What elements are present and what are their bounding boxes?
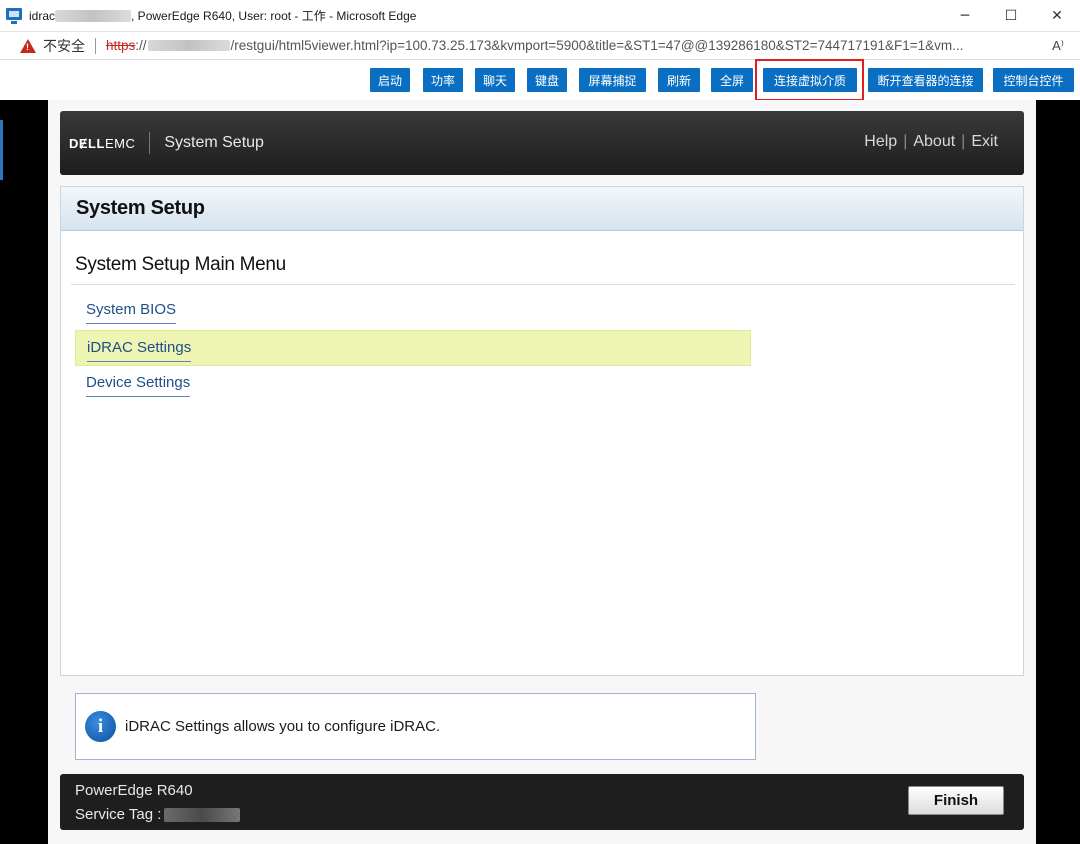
redacted-service-tag: [164, 807, 241, 822]
dell-emc-logo: DɆLLEMC: [69, 135, 136, 151]
menu-item-device-settings[interactable]: Device Settings: [75, 366, 751, 402]
url-text[interactable]: https :// /restgui/html5viewer.html?ip=1…: [106, 38, 963, 53]
service-tag-label: Service Tag :: [75, 806, 162, 823]
maximize-icon[interactable]: ☐: [988, 0, 1034, 32]
console-controls-button[interactable]: 控制台控件: [993, 68, 1074, 92]
exit-link[interactable]: Exit: [971, 133, 998, 151]
window-titlebar: idrac , PowerEdge R640, User: root - 工作 …: [0, 0, 1080, 32]
url-slashes: ://: [135, 38, 147, 53]
viewer-toolbar: 启动 功率 聊天 键盘 屏幕捕捉 刷新 全屏 连接虚拟介质 断开查看器的连接 控…: [0, 60, 1080, 100]
launch-button[interactable]: 启动: [370, 68, 410, 92]
menu-item-label[interactable]: System BIOS: [86, 301, 177, 324]
menu-item-label[interactable]: Device Settings: [86, 374, 191, 397]
window-title: idrac , PowerEdge R640, User: root - 工作 …: [29, 7, 416, 24]
info-icon: i: [85, 711, 116, 742]
link-divider: |: [903, 133, 908, 150]
help-link[interactable]: Help: [864, 133, 897, 151]
system-model: PowerEdge R640: [75, 782, 193, 799]
minimize-icon[interactable]: ─: [942, 0, 988, 32]
window-controls: ─ ☐ ✕: [942, 0, 1080, 32]
disconnect-viewer-button[interactable]: 断开查看器的连接: [868, 68, 983, 92]
window-title-suffix: , PowerEdge R640, User: root - 工作 - Micr…: [131, 9, 417, 23]
url-path: /restgui/html5viewer.html?ip=100.73.25.1…: [230, 38, 964, 53]
insecure-label[interactable]: 不安全: [43, 36, 85, 56]
finish-button[interactable]: Finish: [908, 786, 1004, 815]
menu-title: System Setup Main Menu: [75, 254, 286, 275]
power-button[interactable]: 功率: [423, 68, 463, 92]
system-setup-screen: DɆLLEMC System Setup Help | About | Exit…: [48, 100, 1036, 844]
url-scheme: https: [106, 38, 136, 53]
menu-divider: [71, 284, 1015, 285]
address-bar[interactable]: ! 不安全 https :// /restgui/html5viewer.htm…: [0, 32, 1080, 60]
header-title: System Setup: [164, 134, 264, 151]
panel-title: System Setup: [76, 197, 205, 219]
about-link[interactable]: About: [913, 133, 955, 151]
close-icon[interactable]: ✕: [1034, 0, 1080, 32]
left-edge-strip: [0, 120, 3, 180]
chat-button[interactable]: 聊天: [475, 68, 515, 92]
fullscreen-button[interactable]: 全屏: [711, 68, 753, 92]
panel-header: System Setup: [61, 187, 1023, 231]
idrac-app-icon: [6, 7, 22, 24]
menu-item-system-bios[interactable]: System BIOS: [75, 293, 751, 329]
redacted-hostname: [55, 9, 132, 22]
service-tag: Service Tag :: [75, 806, 241, 823]
refresh-button[interactable]: 刷新: [658, 68, 700, 92]
keyboard-button[interactable]: 键盘: [527, 68, 567, 92]
info-text: iDRAC Settings allows you to configure i…: [125, 718, 441, 735]
warning-icon[interactable]: !: [20, 38, 36, 53]
screen-capture-button[interactable]: 屏幕捕捉: [579, 68, 646, 92]
dell-header: DɆLLEMC System Setup Help | About | Exit: [60, 111, 1024, 175]
address-separator: [95, 37, 96, 54]
header-divider: [149, 132, 151, 154]
menu-item-idrac-settings[interactable]: iDRAC Settings: [75, 330, 751, 366]
window-title-prefix: idrac: [29, 8, 56, 23]
help-info-box: i iDRAC Settings allows you to configure…: [75, 693, 756, 760]
main-panel: System Setup System Setup Main Menu Syst…: [60, 186, 1024, 676]
link-divider: |: [961, 133, 966, 150]
header-links: Help | About | Exit: [864, 133, 998, 151]
read-aloud-icon[interactable]: A⁾: [1052, 38, 1064, 54]
menu-item-label[interactable]: iDRAC Settings: [87, 339, 192, 362]
highlight-annotation: [755, 59, 864, 101]
redacted-host: [147, 40, 230, 51]
footer-bar: PowerEdge R640 Service Tag : Finish: [60, 774, 1024, 830]
